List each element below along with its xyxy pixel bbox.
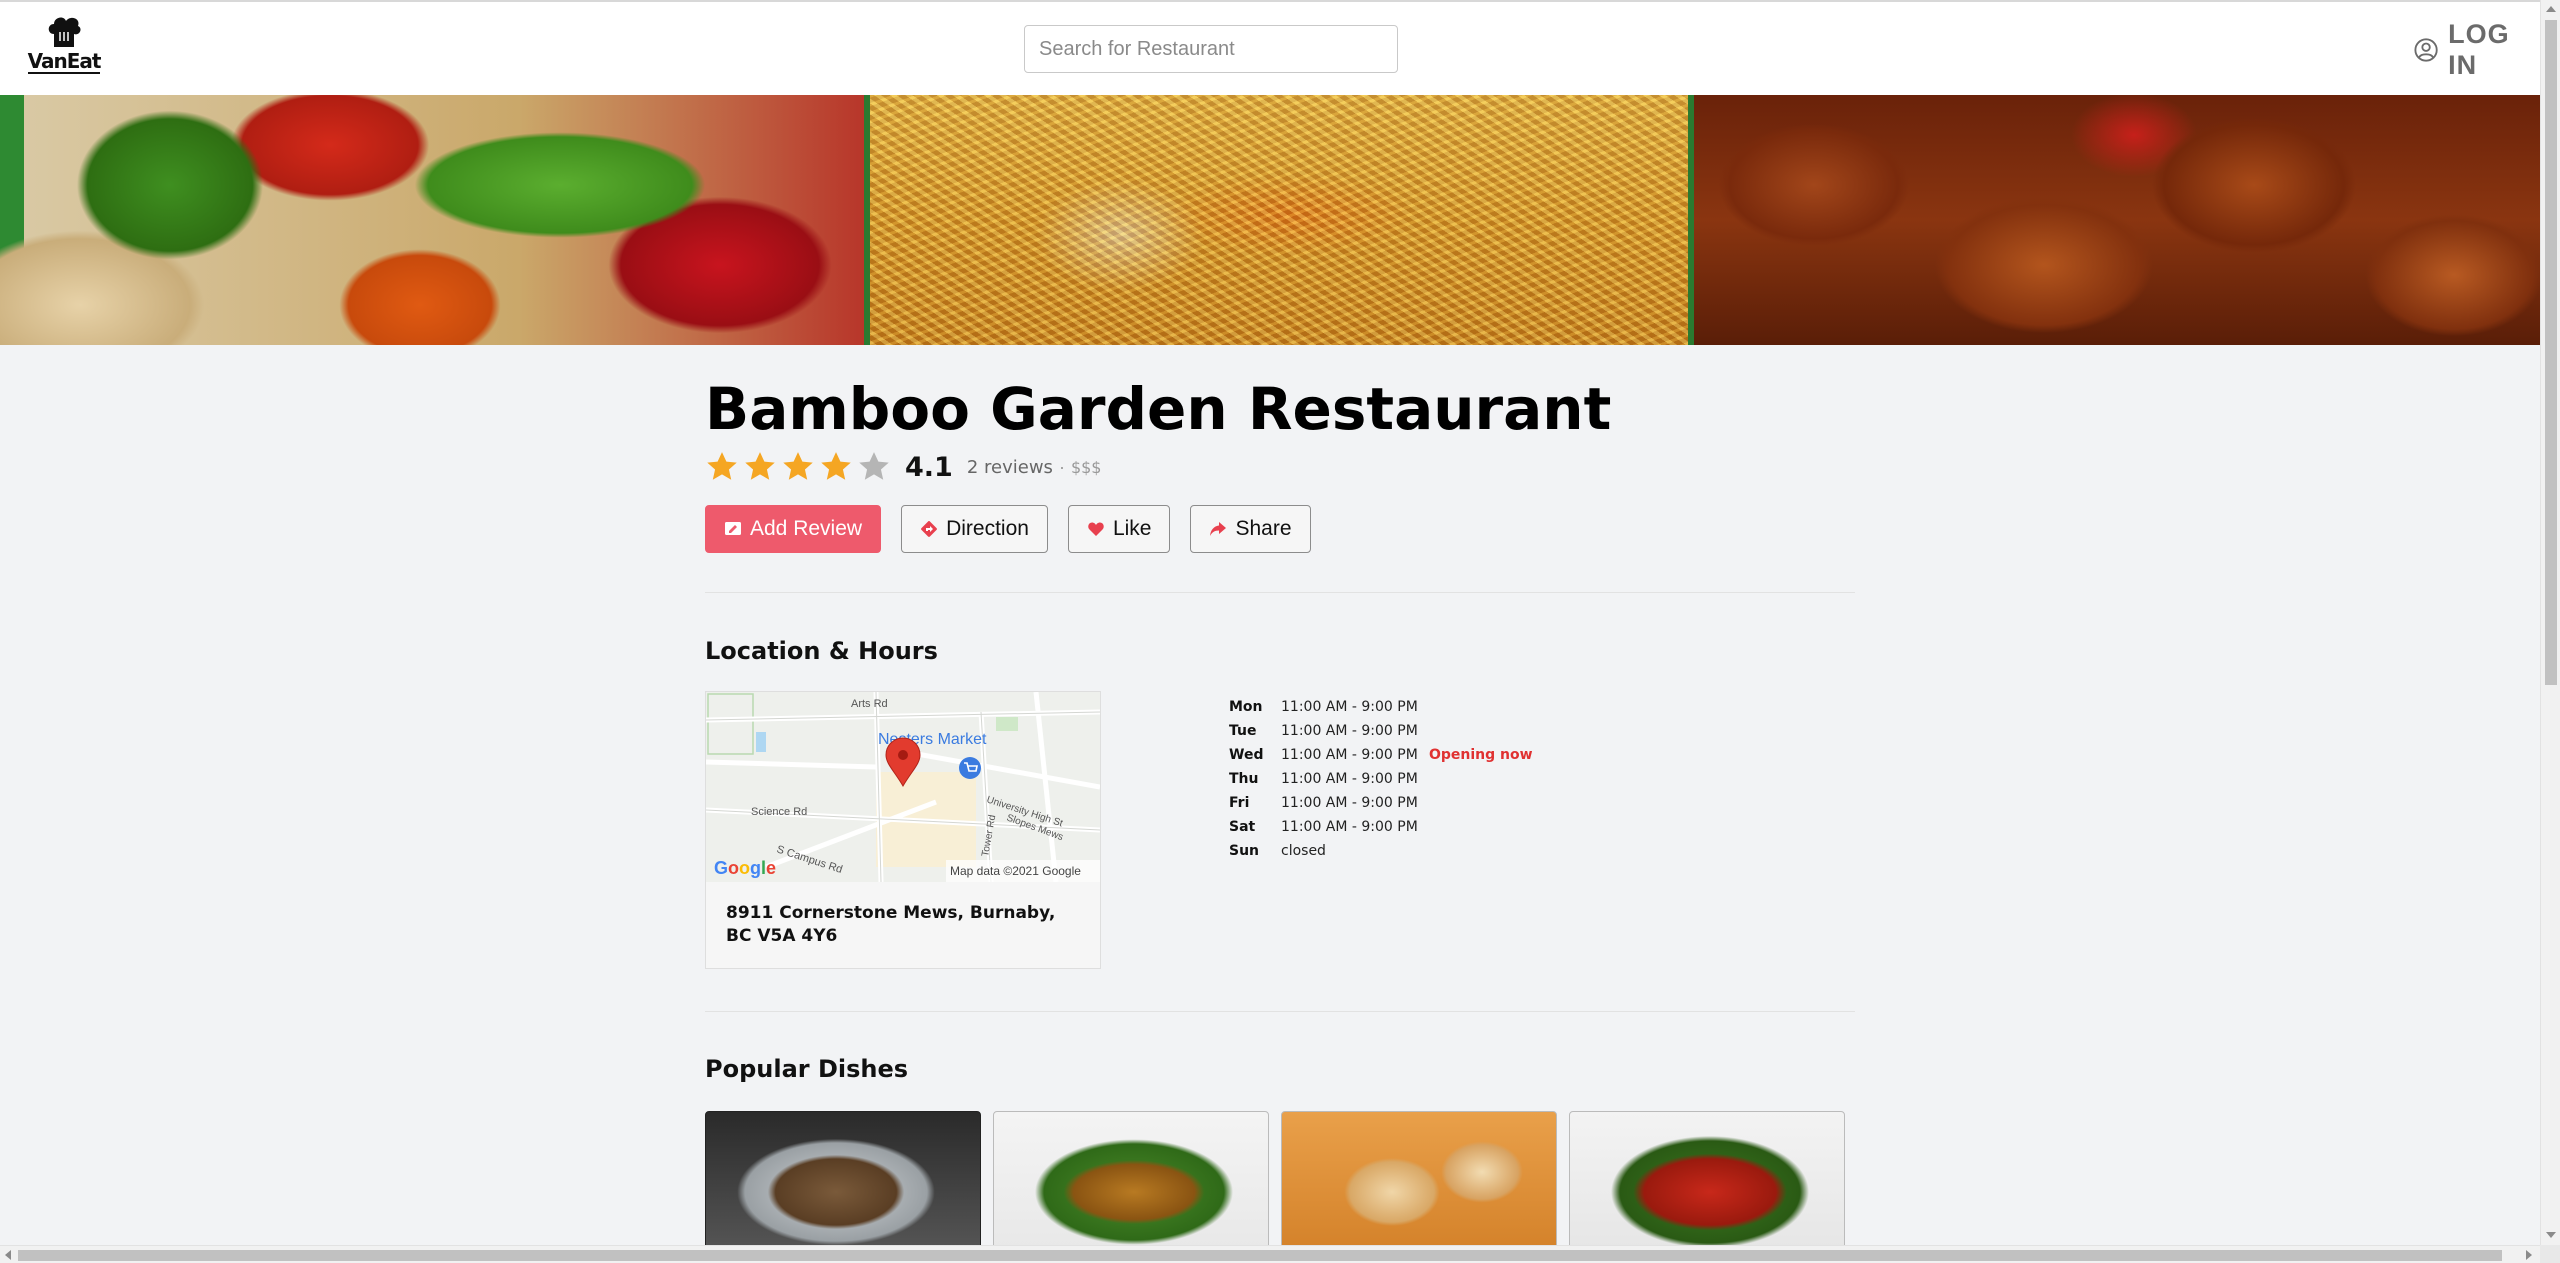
direction-label: Direction — [946, 517, 1029, 540]
hours-day: Wed — [1229, 747, 1264, 763]
hours-day: Sun — [1229, 843, 1260, 859]
dish-image[interactable] — [705, 1111, 981, 1251]
logo-text: VanEat — [27, 49, 101, 74]
horizontal-scrollbar[interactable] — [0, 1245, 2540, 1263]
map-road-label: Arts Rd — [851, 698, 888, 710]
scroll-down-arrow-icon[interactable] — [2546, 1232, 2556, 1238]
hours-time: 11:00 AM - 9:00 PM — [1281, 795, 1418, 811]
popular-dishes — [705, 1111, 1845, 1251]
popular-dishes-title: Popular Dishes — [705, 1055, 909, 1083]
shopping-cart-icon — [959, 757, 981, 779]
scrollbar-thumb[interactable] — [2545, 20, 2557, 685]
review-count[interactable]: 2 reviews — [967, 457, 1053, 478]
like-button[interactable]: Like — [1067, 505, 1171, 553]
heart-icon — [1088, 522, 1104, 536]
open-status-badge: Opening now — [1429, 747, 1533, 763]
hours-row: Tue 11:00 AM - 9:00 PM — [1229, 719, 1533, 743]
search-input[interactable] — [1024, 25, 1398, 73]
dish-image[interactable] — [1281, 1111, 1557, 1251]
user-circle-icon — [2414, 38, 2438, 62]
rating-value: 4.1 — [905, 451, 953, 483]
vertical-scrollbar[interactable] — [2540, 0, 2560, 1245]
hours-day: Fri — [1229, 795, 1250, 811]
star-icon — [859, 452, 889, 480]
direction-button[interactable]: Direction — [901, 505, 1048, 553]
hours-time: 11:00 AM - 9:00 PM — [1281, 819, 1418, 835]
separator: · — [1058, 456, 1065, 477]
hours-time: 11:00 AM - 9:00 PM — [1281, 747, 1418, 763]
scrollbar-thumb[interactable] — [18, 1250, 2502, 1261]
star-icon — [745, 452, 775, 480]
like-label: Like — [1112, 517, 1152, 540]
hours-time: closed — [1281, 843, 1326, 859]
banner — [0, 95, 2540, 345]
dish-image[interactable] — [1569, 1111, 1845, 1251]
google-logo: Google — [714, 858, 776, 878]
scroll-left-arrow-icon[interactable] — [5, 1250, 11, 1260]
hours-row: Thu 11:00 AM - 9:00 PM — [1229, 767, 1533, 791]
direction-icon — [921, 521, 937, 537]
hours-row: Mon 11:00 AM - 9:00 PM — [1229, 695, 1533, 719]
hours-day: Tue — [1229, 723, 1257, 739]
map-attribution: Map data ©2021 Google — [950, 864, 1081, 878]
map[interactable]: Arts Rd Science Rd S Campus Rd Universit… — [706, 692, 1100, 882]
hours-time: 11:00 AM - 9:00 PM — [1281, 699, 1418, 715]
rating-row: 4.1 2 reviews · $$$ — [705, 447, 1101, 487]
scrollbar-corner — [2540, 1245, 2560, 1263]
opening-hours: Mon 11:00 AM - 9:00 PM Tue 11:00 AM - 9:00 … — [1229, 695, 1533, 863]
page: VanEat LOG IN Bamboo Garden Restaurant 4… — [0, 0, 2560, 1263]
action-buttons: Add Review Direction Like Share — [705, 505, 1311, 553]
hours-time: 11:00 AM - 9:00 PM — [1281, 723, 1418, 739]
divider — [705, 1011, 1855, 1012]
share-button[interactable]: Share — [1190, 505, 1311, 553]
price-level: $$$ — [1070, 457, 1102, 477]
hours-row: Sun closed — [1229, 839, 1533, 863]
review-icon — [725, 522, 741, 535]
scroll-right-arrow-icon[interactable] — [2526, 1250, 2532, 1260]
hours-day: Thu — [1229, 771, 1259, 787]
share-label: Share — [1235, 517, 1292, 540]
login-button[interactable]: LOG IN — [2414, 19, 2540, 80]
star-icon — [821, 452, 851, 480]
star-rating — [705, 450, 891, 484]
location-card: Arts Rd Science Rd S Campus Rd Universit… — [705, 691, 1101, 969]
location-hours-title: Location & Hours — [705, 637, 938, 665]
star-icon — [783, 452, 813, 480]
hours-day: Mon — [1229, 699, 1263, 715]
hours-row: Fri 11:00 AM - 9:00 PM — [1229, 791, 1533, 815]
hours-day: Sat — [1229, 819, 1256, 835]
banner-image-vegetables — [0, 95, 864, 345]
hours-row: Sat 11:00 AM - 9:00 PM — [1229, 815, 1533, 839]
share-icon — [1210, 522, 1227, 536]
banner-image-chicken — [1688, 95, 2540, 345]
dish-image[interactable] — [993, 1111, 1269, 1251]
logo[interactable]: VanEat — [26, 14, 102, 84]
hours-time: 11:00 AM - 9:00 PM — [1281, 771, 1418, 787]
top-nav: VanEat LOG IN — [0, 0, 2540, 95]
banner-image-noodles — [864, 95, 1688, 345]
restaurant-name: Bamboo Garden Restaurant — [705, 375, 1612, 443]
chef-hat-icon — [48, 17, 81, 47]
address: 8911 Cornerstone Mews, Burnaby, BC V5A 4… — [726, 903, 1056, 946]
map-road-label: Science Rd — [751, 806, 807, 818]
scroll-up-arrow-icon[interactable] — [2546, 6, 2556, 12]
hours-row: Wed 11:00 AM - 9:00 PM Opening now — [1229, 743, 1533, 767]
divider — [705, 592, 1855, 593]
add-review-button[interactable]: Add Review — [705, 505, 882, 553]
add-review-label: Add Review — [750, 517, 863, 540]
login-label: LOG IN — [2448, 19, 2510, 80]
star-icon — [707, 452, 737, 480]
map-graphic: Arts Rd Science Rd S Campus Rd Universit… — [706, 692, 1100, 882]
